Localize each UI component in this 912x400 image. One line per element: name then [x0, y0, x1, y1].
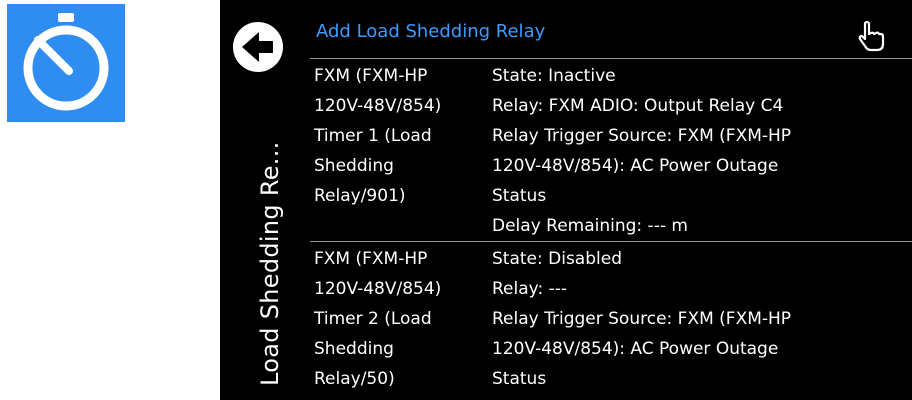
relay-name-line: Relay/50): [314, 369, 395, 389]
relay-name-line: 120V-48V/854): [314, 96, 442, 116]
relay-name-line: Shedding: [314, 156, 394, 176]
hand-pointer-icon[interactable]: [856, 20, 886, 52]
relay-state: State: Disabled: [492, 249, 622, 269]
relay-name-line: 120V-48V/854): [314, 279, 442, 299]
relay-state: State: Inactive: [492, 66, 616, 86]
relay-name-line: FXM (FXM-HP: [314, 66, 428, 86]
relay-details: State: Inactive Relay: FXM ADIO: Output …: [492, 61, 892, 241]
timer-icon: [23, 13, 109, 111]
entry-divider: [310, 241, 912, 242]
relay-output: Relay: ---: [492, 279, 568, 299]
relay-trigger-source-cont: Status: [492, 186, 547, 206]
side-title: Load Shedding Re...: [256, 141, 284, 386]
relay-output: Relay: FXM ADIO: Output Relay C4: [492, 96, 784, 116]
relay-trigger-source-cont: 120V-48V/854): AC Power Outage: [492, 156, 779, 176]
header-divider: [310, 58, 912, 59]
relay-screen: Load Shedding Re... Add Load Shedding Re…: [220, 0, 912, 400]
relay-delay-remaining: Delay Remaining: --- m: [492, 216, 688, 236]
relay-trigger-source-cont: Status: [492, 369, 547, 389]
relay-name-line: Timer 1 (Load: [314, 126, 432, 146]
relay-name-line: Relay/901): [314, 186, 406, 206]
relay-trigger-source: Relay Trigger Source: FXM (FXM-HP: [492, 309, 792, 329]
back-button[interactable]: [232, 21, 284, 73]
relay-name: FXM (FXM-HP 120V-48V/854) Timer 2 (Load …: [314, 244, 484, 394]
relay-name: FXM (FXM-HP 120V-48V/854) Timer 1 (Load …: [314, 61, 484, 211]
relay-trigger-source: Relay Trigger Source: FXM (FXM-HP: [492, 126, 792, 146]
relay-name-line: Shedding: [314, 339, 394, 359]
relay-details: State: Disabled Relay: --- Relay Trigger…: [492, 244, 892, 394]
app-timer-icon[interactable]: [7, 4, 125, 122]
header-title: Add Load Shedding Relay: [316, 21, 546, 42]
relay-name-line: Timer 2 (Load: [314, 309, 432, 329]
relay-name-line: FXM (FXM-HP: [314, 249, 428, 269]
back-arrow-icon: [233, 22, 283, 72]
relay-trigger-source-cont: 120V-48V/854): AC Power Outage: [492, 339, 779, 359]
